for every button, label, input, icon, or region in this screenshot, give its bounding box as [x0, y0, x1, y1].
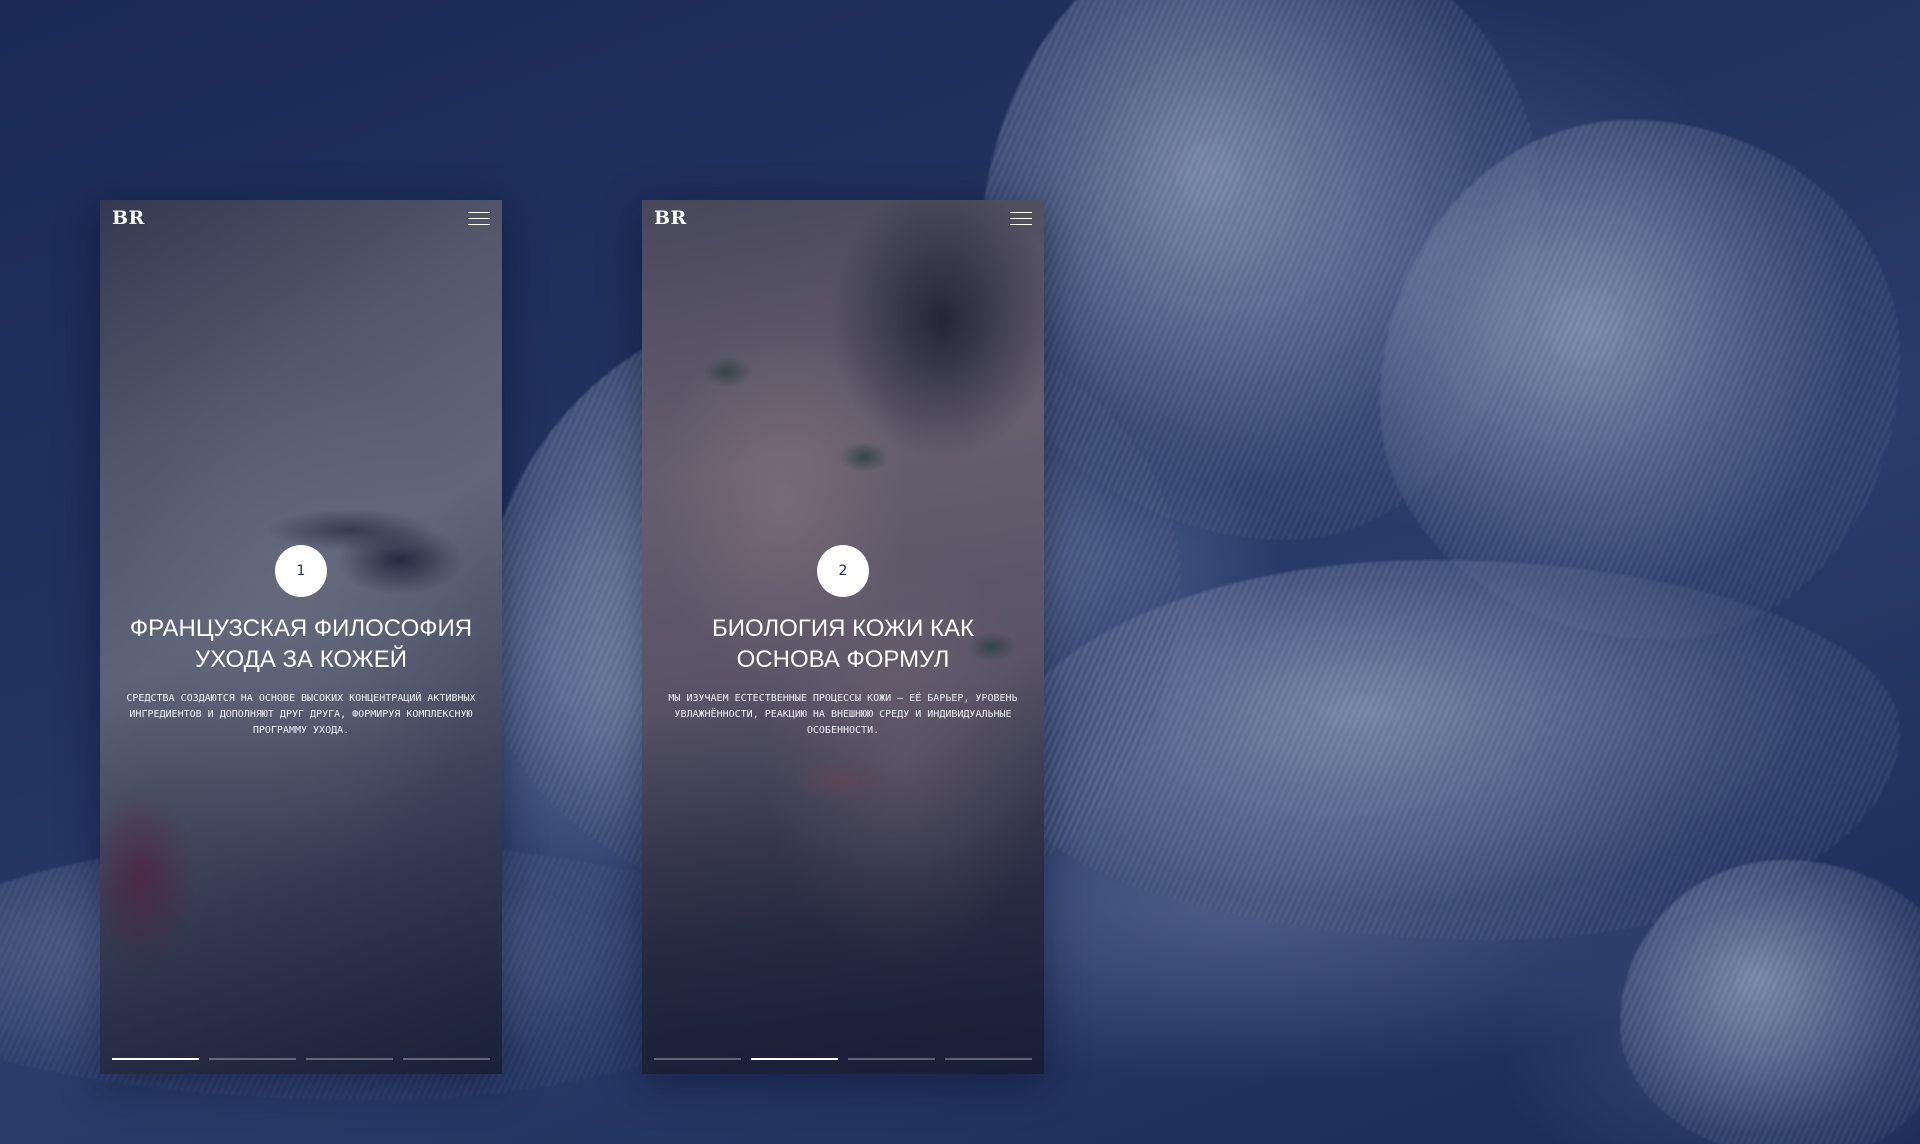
progress-segment-1[interactable] — [654, 1058, 741, 1060]
slide-title: Французская философия ухода за кожей — [129, 615, 473, 673]
slide-description: Мы изучаем естественные процессы кожи — … — [668, 693, 1018, 736]
slide-content: 1 Французская философия ухода за кожей С… — [100, 545, 502, 739]
progress-segment-4[interactable] — [403, 1058, 490, 1060]
progress-segment-2[interactable] — [751, 1058, 838, 1060]
phone-header: BR — [642, 200, 1044, 240]
slide-description: Средства создаются на основе высоких кон… — [126, 693, 476, 736]
brand-logo[interactable]: BR — [654, 207, 687, 229]
progress-segment-3[interactable] — [848, 1058, 935, 1060]
progress-segment-4[interactable] — [945, 1058, 1032, 1060]
slide-progress — [654, 1058, 1032, 1060]
phone-header: BR — [100, 200, 502, 240]
hamburger-icon[interactable] — [468, 210, 490, 228]
hamburger-icon[interactable] — [1010, 210, 1032, 228]
slide-content: 2 Биология кожи как основа формул Мы изу… — [642, 545, 1044, 739]
progress-segment-2[interactable] — [209, 1058, 296, 1060]
brand-logo[interactable]: BR — [112, 207, 145, 229]
progress-segment-1[interactable] — [112, 1058, 199, 1060]
phone-mockup-2: BR 2 Биология кожи как основа формул Мы … — [642, 200, 1044, 1074]
slide-progress — [112, 1058, 490, 1060]
slide-number-badge: 2 — [817, 545, 869, 597]
progress-segment-3[interactable] — [306, 1058, 393, 1060]
slide-number-badge: 1 — [275, 545, 327, 597]
phone-mockup-1: BR 1 Французская философия ухода за коже… — [100, 200, 502, 1074]
slide-title: Биология кожи как основа формул — [712, 615, 974, 673]
page-background: BR 1 Французская философия ухода за коже… — [0, 0, 1920, 1144]
